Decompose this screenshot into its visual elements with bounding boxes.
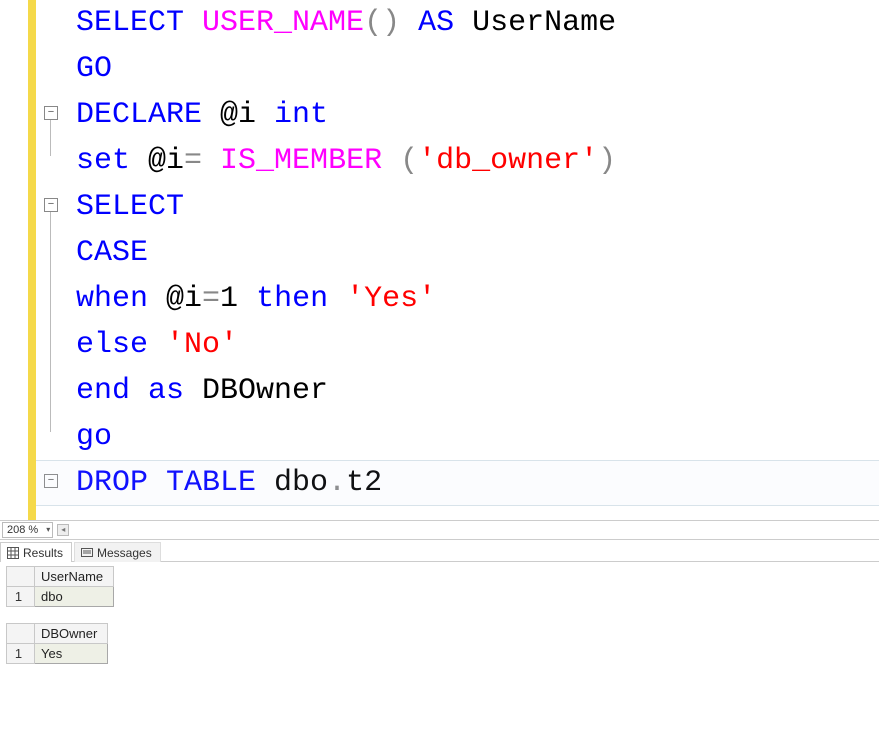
token: = <box>184 144 220 178</box>
token: 'No' <box>166 328 238 362</box>
column-header[interactable]: DBOwner <box>35 624 108 644</box>
result-grid[interactable]: DBOwner1Yes <box>6 623 108 664</box>
token: AS <box>418 6 454 40</box>
code-line[interactable]: SELECT USER_NAME() AS UserName <box>76 0 616 46</box>
code-line[interactable]: DROP TABLE dbo.t2 <box>76 460 616 506</box>
token: DBOwner <box>184 374 328 408</box>
token: CASE <box>76 236 148 270</box>
token: SELECT <box>76 190 184 224</box>
token: @i <box>202 98 274 132</box>
token: ) <box>598 144 616 178</box>
token: SELECT <box>76 6 202 40</box>
token: USER_NAME <box>202 6 364 40</box>
token: 'Yes' <box>346 282 436 316</box>
token: 1 <box>220 282 256 316</box>
messages-icon <box>81 547 93 559</box>
zoom-bar: 208 % ▾ ◂ <box>0 520 879 540</box>
fold-guide <box>50 212 51 432</box>
token: int <box>274 98 328 132</box>
token: . <box>328 466 346 500</box>
token: 'db_owner' <box>418 144 598 178</box>
grid-cell[interactable]: dbo <box>35 587 114 607</box>
token: ( <box>400 144 418 178</box>
change-indicator-bar <box>28 0 36 520</box>
token: = <box>202 282 220 316</box>
token <box>382 144 400 178</box>
chevron-down-icon: ▾ <box>46 525 50 534</box>
token: then <box>256 282 346 316</box>
fold-guide <box>50 120 51 156</box>
result-grid[interactable]: UserName1dbo <box>6 566 114 607</box>
result-tabs: Results Messages <box>0 540 879 562</box>
token: DECLARE <box>76 98 202 132</box>
token: DROP TABLE <box>76 466 256 500</box>
grid-cell[interactable]: Yes <box>35 644 108 664</box>
token: end as <box>76 374 184 408</box>
code-line[interactable]: when @i=1 then 'Yes' <box>76 276 616 322</box>
column-header[interactable]: UserName <box>35 567 114 587</box>
code-line[interactable]: go <box>76 414 616 460</box>
token: GO <box>76 52 112 86</box>
token: t2 <box>346 466 382 500</box>
grid-corner <box>7 624 35 644</box>
token: () <box>364 6 418 40</box>
fold-toggle[interactable]: − <box>44 474 58 488</box>
token: dbo <box>256 466 328 500</box>
grid-corner <box>7 567 35 587</box>
code-editor[interactable]: −−− SELECT USER_NAME() AS UserNameGODECL… <box>0 0 879 520</box>
code-line[interactable]: else 'No' <box>76 322 616 368</box>
token: go <box>76 420 112 454</box>
code-line[interactable]: SELECT <box>76 184 616 230</box>
results-pane[interactable]: UserName1dboDBOwner1Yes <box>0 562 879 751</box>
code-line[interactable]: end as DBOwner <box>76 368 616 414</box>
horizontal-scroll-left[interactable]: ◂ <box>57 524 69 536</box>
fold-toggle[interactable]: − <box>44 106 58 120</box>
token: @i <box>130 144 184 178</box>
code-content[interactable]: SELECT USER_NAME() AS UserNameGODECLARE … <box>76 0 616 506</box>
zoom-select[interactable]: 208 % ▾ <box>2 522 53 538</box>
token: UserName <box>454 6 616 40</box>
token: set <box>76 144 130 178</box>
tab-messages[interactable]: Messages <box>74 542 161 562</box>
row-number[interactable]: 1 <box>7 644 35 664</box>
token: when <box>76 282 148 316</box>
tab-results-label: Results <box>23 546 63 560</box>
code-line[interactable]: set @i= IS_MEMBER ('db_owner') <box>76 138 616 184</box>
token: else <box>76 328 166 362</box>
code-line[interactable]: DECLARE @i int <box>76 92 616 138</box>
token: IS_MEMBER <box>220 144 382 178</box>
fold-toggle[interactable]: − <box>44 198 58 212</box>
zoom-value: 208 % <box>7 524 38 536</box>
editor-gutter: − − − <box>36 0 70 520</box>
grid-icon <box>7 547 19 559</box>
row-number[interactable]: 1 <box>7 587 35 607</box>
tab-results[interactable]: Results <box>0 542 72 562</box>
token: @i <box>148 282 202 316</box>
code-line[interactable]: GO <box>76 46 616 92</box>
tab-messages-label: Messages <box>97 546 152 560</box>
code-line[interactable]: CASE <box>76 230 616 276</box>
